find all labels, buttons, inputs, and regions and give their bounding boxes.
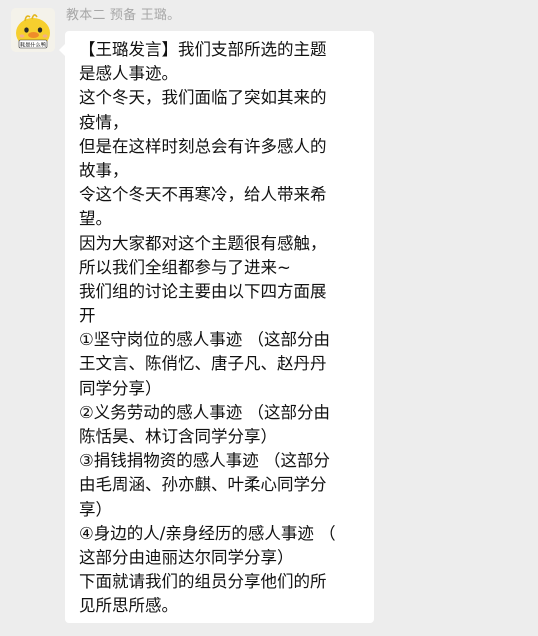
message-line: 【王璐发言】我们支部所选的主题 xyxy=(79,40,327,59)
message-line: 因为大家都对这个主题很有感触， xyxy=(79,233,327,253)
sender-avatar[interactable]: 耗是什么鸭 xyxy=(11,8,55,52)
message-line: 开 xyxy=(79,306,96,326)
message-line: ②义务劳动的感人事迹 （这部分由 xyxy=(79,402,331,422)
message-line: 我们组的讨论主要由以下四方面展 xyxy=(79,281,327,301)
message-line: 下面就请我们的组员分享他们的所 xyxy=(79,572,327,592)
message-line: 这个冬天，我们面临了突如其来的 xyxy=(79,88,327,108)
sender-name: 教本二 预备 王璐。 xyxy=(66,8,181,23)
message-line: ①坚守岗位的感人事迹 （这部分由 xyxy=(79,330,331,350)
message-line: ④身边的人/亲身经历的感人事迹 （ xyxy=(79,523,336,543)
message-line: 王文言、陈俏忆、唐子凡、赵丹丹 xyxy=(79,354,327,374)
message-line: 这部分由迪丽达尔同学分享） xyxy=(79,547,294,567)
message-line: 望。 xyxy=(79,209,112,229)
message-line: 享） xyxy=(79,499,112,519)
message-line: 所以我们全组都参与了进来~ xyxy=(79,257,291,277)
svg-text:耗是什么鸭: 耗是什么鸭 xyxy=(20,40,46,48)
message-line: 同学分享） xyxy=(79,378,162,398)
message-line: 疫情， xyxy=(79,112,129,132)
chat-window: 耗是什么鸭 教本二 预备 王璐。 【王璐发言】我们支部所选的主题 是感人事迹。 … xyxy=(0,0,538,636)
message-line: 是感人事迹。 xyxy=(79,64,178,84)
message-line: ③捐钱捐物资的感人事迹 （这部分 xyxy=(79,451,331,471)
message-line: 令这个冬天不再寒冷，给人带来希 xyxy=(79,185,327,205)
message-bubble[interactable]: 【王璐发言】我们支部所选的主题 是感人事迹。 这个冬天，我们面临了突如其来的 疫… xyxy=(59,31,374,623)
message-line: 故事， xyxy=(79,160,129,180)
message-line: 但是在这样时刻总会有许多感人的 xyxy=(79,136,327,156)
message-line: 由毛周涵、孙亦麒、叶柔心同学分 xyxy=(79,475,327,495)
message-line: 陈恬昊、林订含同学分享） xyxy=(79,427,277,446)
duck-avatar-icon: 耗是什么鸭 xyxy=(11,8,55,52)
message-line: 见所思所感。 xyxy=(79,596,178,616)
